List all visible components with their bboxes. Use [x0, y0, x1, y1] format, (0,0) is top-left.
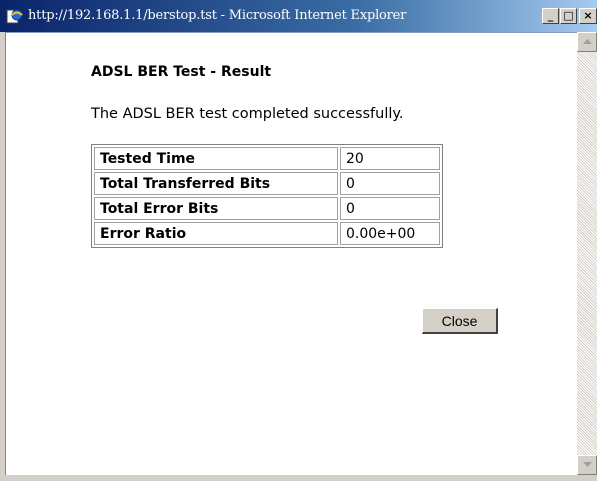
- table-row: Total Transferred Bits 0: [94, 172, 440, 195]
- row-label-total-error-bits: Total Error Bits: [94, 197, 338, 220]
- vertical-scrollbar[interactable]: [577, 32, 597, 475]
- minimize-button[interactable]: _: [542, 8, 559, 24]
- row-label-tested-time: Tested Time: [94, 147, 338, 170]
- window-title-bar[interactable]: http://192.168.1.1/berstop.tst - Microso…: [0, 0, 597, 33]
- page-content: ADSL BER Test - Result The ADSL BER test…: [6, 33, 577, 475]
- page-title: ADSL BER Test - Result: [91, 64, 272, 80]
- row-label-total-transferred-bits: Total Transferred Bits: [94, 172, 338, 195]
- result-table: Tested Time 20 Total Transferred Bits 0 …: [91, 144, 443, 248]
- arrow-down-icon: [583, 462, 592, 467]
- table-row: Error Ratio 0.00e+00: [94, 222, 440, 245]
- ie-page-icon: [6, 7, 24, 25]
- scroll-up-button[interactable]: [577, 32, 597, 52]
- table-row: Tested Time 20: [94, 147, 440, 170]
- scroll-down-button[interactable]: [577, 455, 597, 475]
- status-message: The ADSL BER test completed successfully…: [91, 106, 404, 122]
- arrow-up-icon: [583, 39, 592, 44]
- row-label-error-ratio: Error Ratio: [94, 222, 338, 245]
- close-window-button[interactable]: ×: [579, 8, 597, 24]
- close-button[interactable]: Close: [422, 308, 498, 334]
- row-value-tested-time: 20: [340, 147, 440, 170]
- window-title: http://192.168.1.1/berstop.tst - Microso…: [28, 8, 407, 23]
- row-value-error-ratio: 0.00e+00: [340, 222, 440, 245]
- maximize-button[interactable]: □: [560, 8, 577, 24]
- table-row: Total Error Bits 0: [94, 197, 440, 220]
- window-frame-bottom: [0, 475, 597, 481]
- row-value-total-error-bits: 0: [340, 197, 440, 220]
- row-value-total-transferred-bits: 0: [340, 172, 440, 195]
